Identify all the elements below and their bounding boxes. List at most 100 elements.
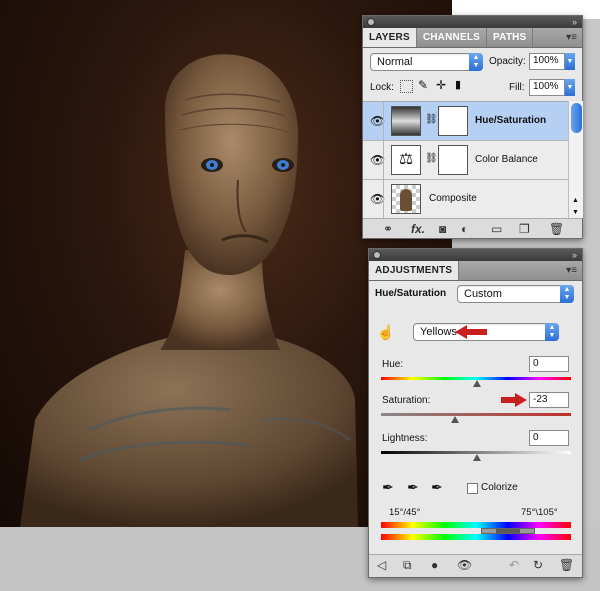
chevron-updown-icon: ▲ ▼ <box>560 285 574 303</box>
chain-link-icon: ⛓ <box>425 153 438 164</box>
trash-icon[interactable]: 🗑 <box>559 558 574 572</box>
scrollbar-thumb[interactable] <box>571 103 582 133</box>
lightness-slider-knob[interactable] <box>473 454 481 461</box>
new-adjustment-icon[interactable]: ◐ <box>461 222 468 236</box>
layer-name: Composite <box>429 193 477 204</box>
tab-paths[interactable]: PATHS <box>487 28 534 47</box>
channel-value: Yellows <box>420 326 457 338</box>
hue-slider-knob[interactable] <box>473 380 481 387</box>
new-group-icon[interactable]: ▭ <box>491 222 502 236</box>
color-range-bar-top <box>381 522 571 528</box>
chevron-updown-icon: ▲ ▼ <box>469 53 483 71</box>
adjustments-tabs: ADJUSTMENTS ▾≡ <box>369 261 582 281</box>
opacity-value: 100% <box>533 55 559 66</box>
lock-label: Lock: <box>370 82 394 93</box>
saturation-slider-track[interactable] <box>381 413 571 416</box>
opacity-dropdown-arrow[interactable]: ▼ <box>565 53 575 70</box>
panel-menu-icon[interactable]: ▾≡ <box>566 28 577 47</box>
eyedropper-icon[interactable]: ✒ <box>382 479 394 496</box>
add-mask-icon[interactable]: ◙ <box>439 222 446 236</box>
layers-titlebar[interactable]: » <box>363 16 582 28</box>
hue-label: Hue: <box>382 359 404 370</box>
back-arrow-icon[interactable]: ◁ <box>377 558 386 572</box>
eye-icon[interactable]: 👁 <box>457 558 472 572</box>
lock-move-icon[interactable]: ✛ <box>436 78 446 92</box>
fx-icon[interactable]: fx. <box>411 222 425 236</box>
composite-thumbnail <box>391 184 421 214</box>
layer-row-hue-saturation[interactable]: 👁 ⛓ Hue/Saturation <box>363 102 569 141</box>
adjustments-panel: » ADJUSTMENTS ▾≡ Hue/Saturation Custom ▲… <box>368 248 583 578</box>
saturation-field[interactable]: -23 <box>529 392 569 408</box>
range-left-readout: 15°/45° <box>389 507 421 518</box>
row-divider <box>383 102 384 140</box>
opacity-label: Opacity: <box>489 56 526 67</box>
trash-icon[interactable]: 🗑 <box>549 222 564 236</box>
scroll-down-icon[interactable]: ▼ <box>572 209 579 216</box>
collapse-icon[interactable]: » <box>572 249 577 261</box>
colorize-checkbox[interactable] <box>467 483 478 494</box>
collapse-icon[interactable]: » <box>572 16 577 28</box>
row-divider <box>383 180 384 218</box>
clip-layer-icon[interactable]: ● <box>431 558 438 572</box>
blend-mode-select[interactable]: Normal ▲ ▼ <box>370 53 483 71</box>
color-range-bar-bottom <box>381 534 571 540</box>
layers-panel: » LAYERS CHANNELS PATHS ▾≡ Normal ▲ ▼ Opa… <box>362 15 583 239</box>
mask-thumbnail <box>438 145 468 175</box>
saturation-value: -23 <box>533 394 548 405</box>
row-divider <box>383 141 384 179</box>
preset-value: Custom <box>464 288 502 300</box>
close-icon[interactable] <box>373 251 381 259</box>
tab-adjustments[interactable]: ADJUSTMENTS <box>369 261 460 280</box>
layers-scrollbar[interactable]: ▲ ▼ <box>568 101 583 218</box>
fill-field[interactable]: 100% <box>529 79 565 96</box>
link-layers-icon[interactable]: ⚭ <box>383 222 393 236</box>
adjustments-titlebar[interactable]: » <box>369 249 582 261</box>
layer-name: Hue/Saturation <box>475 115 547 126</box>
layers-tabs: LAYERS CHANNELS PATHS ▾≡ <box>363 28 582 48</box>
blend-mode-value: Normal <box>377 56 413 68</box>
lightness-value: 0 <box>533 432 539 443</box>
chevron-updown-icon: ▲ ▼ <box>545 323 559 341</box>
lock-transparent-icon[interactable] <box>400 80 413 93</box>
panel-menu-icon[interactable]: ▾≡ <box>566 261 577 280</box>
lightness-field[interactable]: 0 <box>529 430 569 446</box>
tab-channels[interactable]: CHANNELS <box>417 28 488 47</box>
eyedropper-minus-icon[interactable]: ✒ <box>431 479 443 496</box>
saturation-label: Saturation: <box>382 395 431 406</box>
reset-icon[interactable]: ↻ <box>533 558 543 572</box>
colorize-label: Colorize <box>481 482 518 493</box>
layers-footer: ⚭ fx. ◙ ◐ ▭ ❐ 🗑 <box>363 218 582 238</box>
adjustment-title: Hue/Saturation <box>375 288 447 299</box>
targeted-adjustment-hand-icon[interactable]: ☝ <box>377 324 394 341</box>
layers-list: 👁 ⛓ Hue/Saturation 👁 ⚖ ⛓ Color Balance 👁… <box>363 101 569 219</box>
scroll-up-icon[interactable]: ▲ <box>572 197 579 204</box>
saturation-slider-knob[interactable] <box>451 416 459 423</box>
adjustment-thumbnail <box>391 106 421 136</box>
fill-label: Fill: <box>509 82 525 93</box>
tab-layers[interactable]: LAYERS <box>363 28 417 47</box>
hue-field[interactable]: 0 <box>529 356 569 372</box>
lock-brush-icon[interactable]: ✎ <box>418 78 428 92</box>
range-right-readout: 75°\105° <box>521 507 558 518</box>
lock-all-icon[interactable]: ▮ <box>455 78 461 91</box>
layer-row-composite[interactable]: 👁 Composite <box>363 180 569 219</box>
mask-thumbnail <box>438 106 468 136</box>
close-icon[interactable] <box>367 18 375 26</box>
new-layer-icon[interactable]: ❐ <box>519 222 530 236</box>
chain-link-icon: ⛓ <box>425 114 438 125</box>
lightness-label: Lightness: <box>382 433 428 444</box>
eyedropper-plus-icon[interactable]: ✒ <box>407 479 419 496</box>
previous-state-icon[interactable]: ↶ <box>509 558 519 572</box>
balance-thumbnail: ⚖ <box>391 145 421 175</box>
expanded-view-icon[interactable]: ⧉ <box>403 558 412 572</box>
fill-dropdown-arrow[interactable]: ▼ <box>565 79 575 96</box>
red-arrow-annotation <box>501 393 527 407</box>
layer-row-color-balance[interactable]: 👁 ⚖ ⛓ Color Balance <box>363 141 569 180</box>
preset-select[interactable]: Custom ▲ ▼ <box>457 285 574 303</box>
hue-value: 0 <box>533 358 539 369</box>
range-slider-inner[interactable] <box>496 529 520 533</box>
fill-value: 100% <box>533 81 559 92</box>
layer-name: Color Balance <box>475 154 538 165</box>
red-arrow-annotation <box>455 325 487 339</box>
opacity-field[interactable]: 100% <box>529 53 565 70</box>
